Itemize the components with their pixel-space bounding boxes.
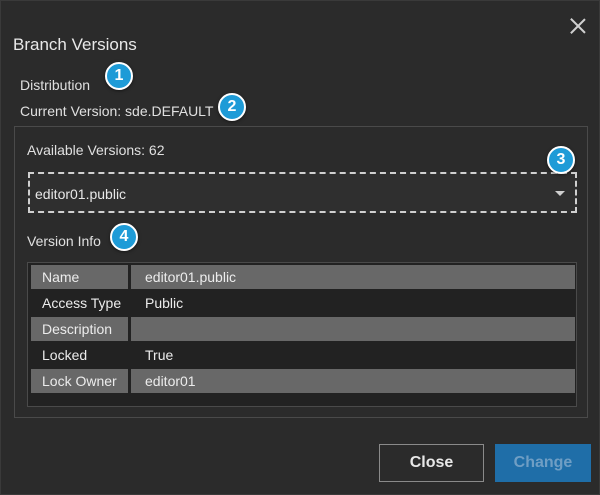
- chevron-down-icon: [555, 191, 565, 196]
- table-row: Access Type Public: [31, 291, 575, 315]
- version-dropdown-value: editor01.public: [35, 186, 127, 202]
- callout-badge-1: 1: [105, 62, 133, 90]
- table-key: Locked: [42, 347, 88, 363]
- close-icon[interactable]: [567, 15, 589, 37]
- table-row: Lock Owner editor01: [31, 369, 575, 393]
- table-value: editor01: [131, 369, 575, 393]
- callout-badge-2: 2: [218, 93, 246, 121]
- callout-badge-3: 3: [547, 146, 575, 174]
- version-info-label: Version Info: [27, 233, 101, 249]
- table-key: Access Type: [42, 295, 122, 311]
- table-row: Description: [31, 317, 575, 341]
- table-row: Locked True: [31, 343, 575, 367]
- table-value: [131, 317, 575, 341]
- table-value: Public: [145, 295, 184, 311]
- table-value: editor01.public: [131, 265, 575, 289]
- version-dropdown[interactable]: editor01.public: [28, 172, 577, 213]
- available-versions-label: Available Versions: 62: [27, 142, 165, 158]
- branch-versions-dialog: Branch Versions Distribution 1 Current V…: [0, 0, 600, 495]
- current-version-label: Current Version: sde.DEFAULT: [20, 103, 214, 119]
- distribution-label: Distribution: [20, 77, 91, 93]
- table-row: Name editor01.public: [31, 265, 575, 289]
- table-key: Description: [31, 317, 128, 341]
- version-info-table: Name editor01.public Access Type Public …: [27, 262, 577, 407]
- table-value: True: [145, 347, 174, 363]
- table-key: Name: [31, 265, 128, 289]
- close-button[interactable]: Close: [379, 444, 484, 482]
- change-button[interactable]: Change: [495, 444, 591, 482]
- table-key: Lock Owner: [31, 369, 128, 393]
- callout-badge-4: 4: [110, 223, 138, 251]
- dialog-title: Branch Versions: [13, 35, 137, 54]
